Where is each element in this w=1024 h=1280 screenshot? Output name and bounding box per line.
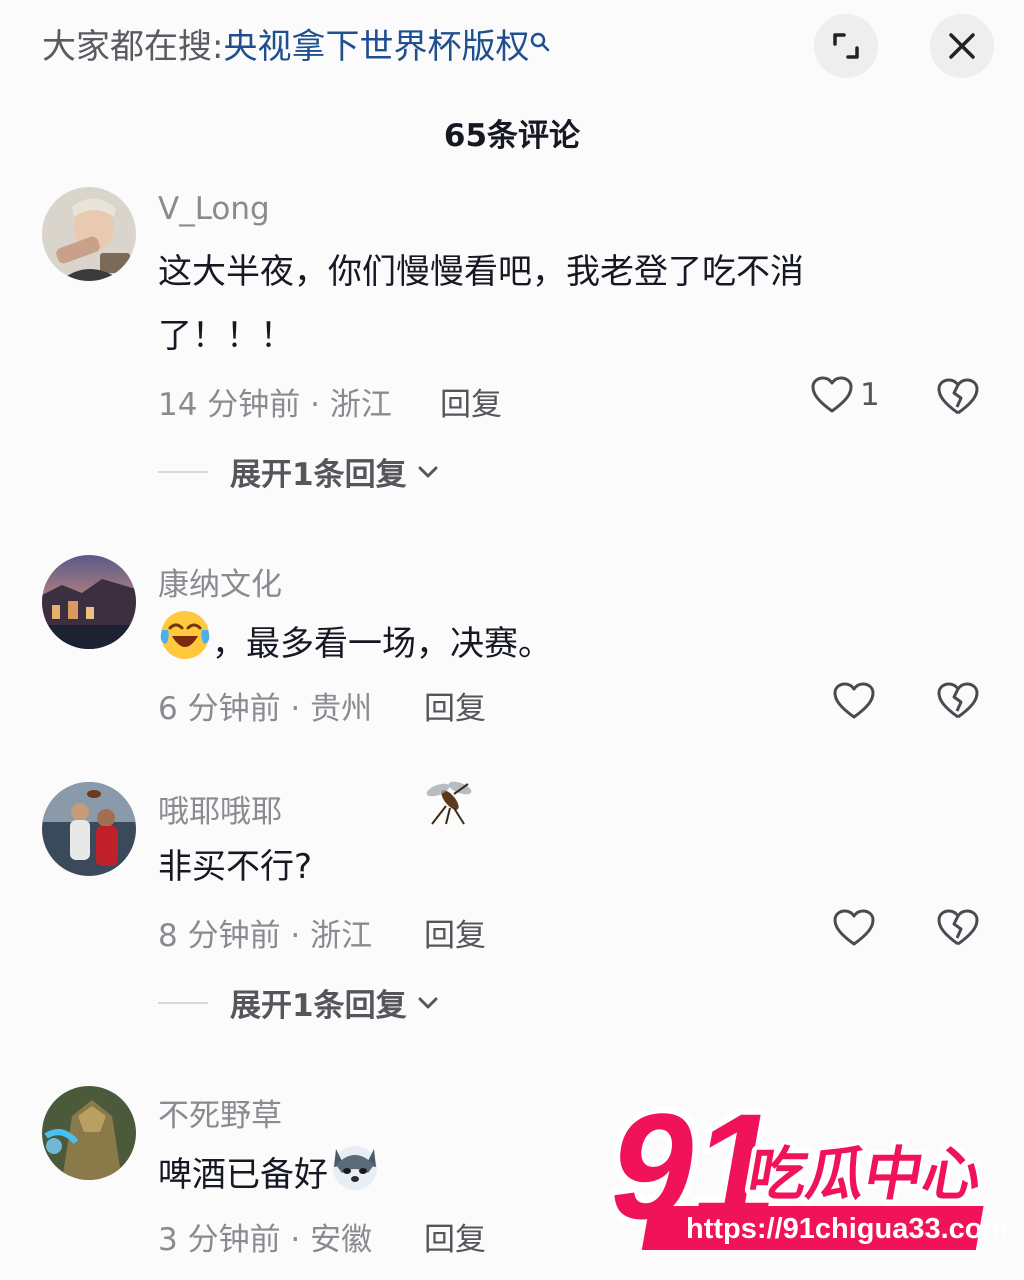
expand-replies-label: 展开1条回复 [230, 457, 407, 493]
comment-meta: 14 分钟前 · 浙江 [158, 387, 392, 423]
comment-content: ，最多看一场，决赛。 [158, 608, 918, 683]
comment-username[interactable]: 康纳文化 [158, 559, 282, 604]
chevron-down-icon [418, 466, 438, 477]
like-button[interactable]: 1 [810, 375, 880, 415]
trending-search-hint[interactable]: 大家都在搜:央视拿下世界杯版权 [42, 24, 551, 70]
close-icon [949, 33, 975, 59]
like-button[interactable] [832, 908, 876, 948]
watermark-logo: 91 91 吃瓜中心 吃瓜中心 https://91chigua33.com [591, 1076, 1009, 1258]
like-count: 1 [860, 377, 880, 413]
comment-count-title: 65条评论 [443, 118, 581, 154]
dislike-button[interactable] [936, 908, 980, 952]
dislike-button[interactable] [936, 377, 980, 421]
divider [158, 470, 208, 473]
broken-heart-icon [937, 378, 979, 415]
comment-text: ，最多看一场，决赛。 [212, 624, 552, 664]
avatar[interactable] [42, 555, 136, 649]
comment-username[interactable]: 不死野草 [158, 1090, 282, 1135]
trending-search-prefix: 大家都在搜: [42, 27, 224, 67]
search-icon[interactable] [529, 32, 551, 61]
like-button[interactable] [832, 681, 876, 721]
expand-replies-button[interactable]: 展开1条回复 [158, 449, 441, 494]
chevron-down-icon [418, 997, 438, 1008]
reply-button[interactable]: 回复 [424, 910, 486, 955]
heart-icon [811, 376, 853, 413]
comment-content: 这大半夜，你们慢慢看吧，我老登了吃不消了！！！ [158, 252, 804, 356]
watermark-url: https://91chigua33.com [686, 1213, 1008, 1245]
comment-username[interactable]: V_Long [158, 191, 270, 227]
reply-button[interactable]: 回复 [440, 379, 502, 424]
svg-text:吃瓜中心: 吃瓜中心 [743, 1140, 987, 1207]
expand-button[interactable] [814, 14, 878, 78]
reply-button[interactable]: 回复 [424, 683, 486, 728]
dislike-button[interactable] [936, 681, 980, 725]
top-bar: 大家都在搜:央视拿下世界杯版权 [0, 0, 1024, 100]
comment-meta: 8 分钟前 · 浙江 [158, 918, 373, 954]
close-button[interactable] [930, 14, 994, 78]
avatar[interactable] [42, 782, 136, 876]
laughing-crying-emoji [158, 608, 212, 683]
comment-item: V_Long 这大半夜，你们慢慢看吧，我老登了吃不消了！！！ 14 分钟前 · … [0, 185, 1024, 505]
broken-heart-icon [937, 682, 979, 719]
comment-item: 哦耶哦耶 非买不行? 8 分钟前 · 浙江 回复 展开1条回复 [0, 780, 1024, 1030]
reply-button[interactable]: 回复 [424, 1214, 486, 1259]
avatar[interactable] [42, 1086, 136, 1180]
heart-icon [833, 909, 875, 946]
trending-search-term[interactable]: 央视拿下世界杯版权 [223, 27, 529, 67]
comment-meta: 6 分钟前 · 贵州 [158, 691, 373, 727]
divider [158, 1001, 208, 1004]
comment-meta: 3 分钟前 · 安徽 [158, 1222, 373, 1258]
avatar[interactable] [42, 187, 136, 281]
comment-text: 啤酒已备好 [158, 1155, 328, 1195]
heart-icon [833, 682, 875, 719]
expand-icon [833, 33, 859, 59]
site-watermark: 91 91 吃瓜中心 吃瓜中心 https://91chigua33.com [591, 1076, 1016, 1260]
husky-dog-emoji [328, 1139, 382, 1214]
expand-replies-label: 展开1条回复 [230, 988, 407, 1024]
comment-item: 康纳文化 ，最多看一场，决赛。 6 分钟前 · 贵州 回复 [0, 553, 1024, 733]
comment-content: 非买不行? [158, 847, 313, 887]
expand-replies-button[interactable]: 展开1条回复 [158, 980, 441, 1025]
mosquito-emoji [424, 780, 474, 830]
comment-username[interactable]: 哦耶哦耶 [158, 786, 282, 831]
broken-heart-icon [937, 909, 979, 946]
